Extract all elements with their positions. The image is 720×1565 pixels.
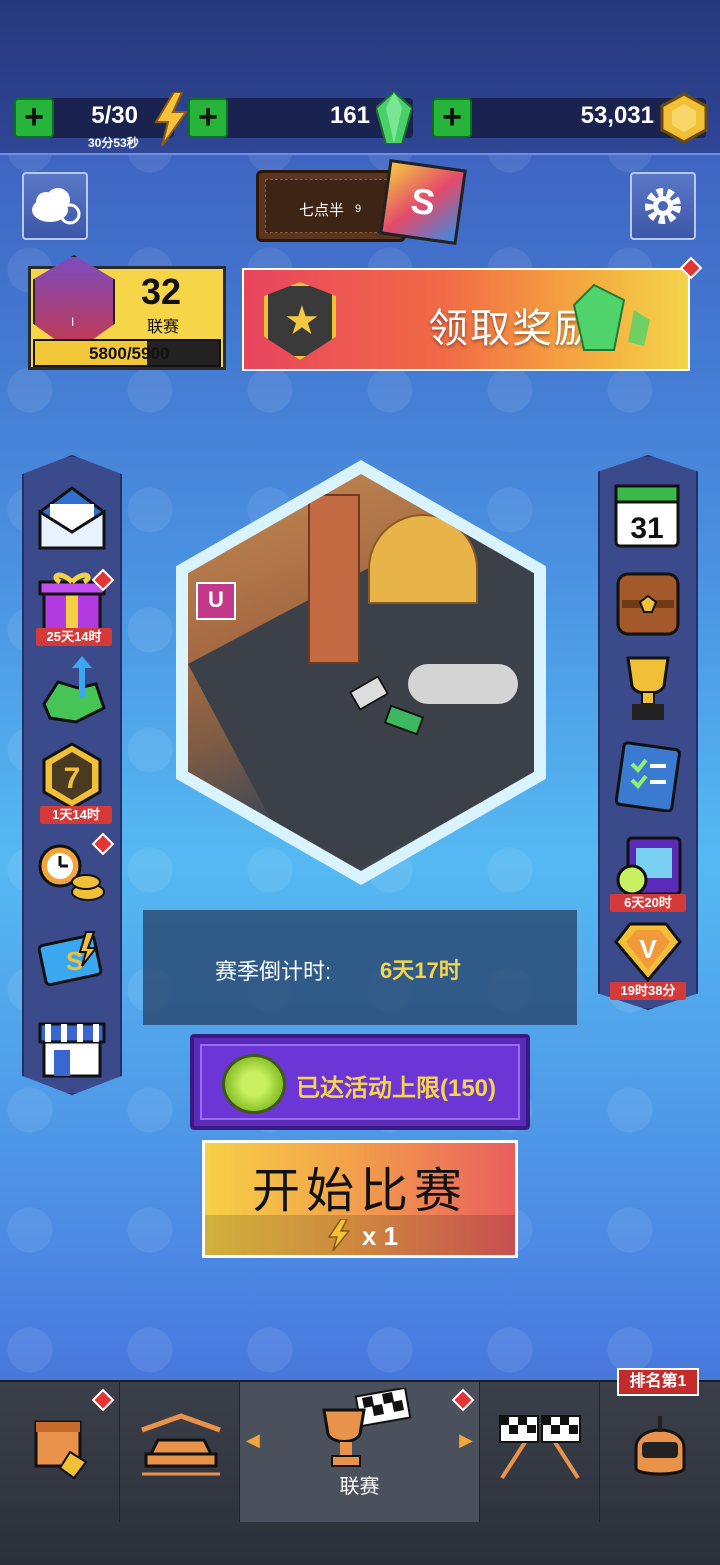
gem-growth-icon xyxy=(42,656,106,724)
vip-button[interactable]: V xyxy=(612,918,684,990)
league-progress-text: 5800/5900 xyxy=(89,344,170,363)
pass-card-icon: S xyxy=(37,931,103,987)
ms-logo-icon: S xyxy=(379,158,467,246)
cloud-sync-icon xyxy=(32,188,81,225)
start-race-button[interactable]: 开始比赛 x 1 xyxy=(202,1140,518,1258)
backpack-icon xyxy=(616,572,680,636)
tasks-button[interactable] xyxy=(612,740,684,813)
start-race-label: 开始比赛 xyxy=(251,1165,468,1218)
dust-cloud xyxy=(408,664,518,704)
energy-timer: 30分53秒 xyxy=(88,136,139,150)
shop-icon xyxy=(38,1022,106,1078)
league-rank-number: 32 xyxy=(141,271,182,312)
store-box-icon xyxy=(34,1420,88,1480)
calendar-icon: 31 xyxy=(614,484,680,548)
gift-timer-badge: 25天14时 xyxy=(36,628,112,646)
energy-value: 5/30 xyxy=(91,102,138,129)
add-energy-button[interactable]: + xyxy=(14,98,54,138)
track-preview-frame[interactable]: U xyxy=(176,460,546,885)
event-limit-text: 已达活动上限(150) xyxy=(296,1075,497,1102)
settings-button[interactable] xyxy=(630,172,696,240)
svg-text:7: 7 xyxy=(64,762,81,795)
dome-building xyxy=(368,514,478,604)
tab-right-arrow-icon: ▶ xyxy=(459,1430,473,1450)
top-resource-bar: + 5/30 30分53秒 + 161 + 53,031 xyxy=(0,0,720,155)
add-gems-button[interactable]: + xyxy=(188,98,228,138)
tab-league[interactable]: ◀ ▶ 联赛 xyxy=(240,1382,480,1522)
mail-icon xyxy=(38,486,106,550)
track-preview-image: U xyxy=(188,474,534,871)
tab-profile[interactable] xyxy=(600,1382,720,1522)
profile-level: 9 xyxy=(355,203,362,215)
trophy-button[interactable] xyxy=(612,652,684,724)
checkered-flags-icon xyxy=(499,1415,581,1480)
checklist-icon xyxy=(614,741,681,813)
add-coins-button[interactable]: + xyxy=(432,98,472,138)
garage-car-icon xyxy=(141,1413,221,1476)
tab-left-arrow-icon: ◀ xyxy=(246,1430,260,1450)
lightning-icon xyxy=(154,92,188,146)
league-progress-bar: 5800/5900 xyxy=(33,339,221,367)
tower-building xyxy=(308,494,360,664)
tab-race[interactable] xyxy=(480,1382,600,1522)
bottom-navigation: ◀ ▶ 联赛 xyxy=(0,1380,720,1565)
vip-badge-icon: V xyxy=(614,922,682,983)
coin-clock-button[interactable] xyxy=(36,840,108,912)
coins-value: 53,031 xyxy=(580,102,654,129)
track-badge: U xyxy=(196,582,236,620)
star-shield-icon: ★ xyxy=(264,282,336,360)
season-countdown-label: 赛季倒计时: xyxy=(215,959,332,984)
slot-machine-icon xyxy=(616,836,682,896)
gems-counter: + 161 xyxy=(188,92,413,144)
coins-counter: + 53,031 xyxy=(432,92,708,144)
gems-decoration-icon xyxy=(572,283,650,351)
tab-garage[interactable] xyxy=(120,1382,240,1522)
league-trophy-flag-icon xyxy=(322,1388,412,1467)
rank-position-badge: 排名第1 xyxy=(617,1368,699,1396)
coin-icon xyxy=(660,92,708,144)
shop-button[interactable] xyxy=(36,1014,108,1086)
energy-counter: + 5/30 30分53秒 xyxy=(14,92,188,150)
trophy-icon xyxy=(626,656,670,720)
claim-rewards-banner[interactable]: ★ 领取奖励 xyxy=(242,268,690,371)
gem-icon xyxy=(376,92,412,144)
seven-timer-badge: 1天14时 xyxy=(40,806,112,824)
calendar-day: 31 xyxy=(630,512,663,545)
gear-icon xyxy=(645,188,681,224)
svg-text:V: V xyxy=(639,934,657,964)
backpack-button[interactable] xyxy=(612,564,684,636)
start-race-cost: x 1 xyxy=(361,1221,399,1251)
calendar-button[interactable]: 31 xyxy=(612,478,684,550)
season-countdown-panel: 赛季倒计时: 6天17时 xyxy=(143,910,577,1025)
league-rank-card[interactable]: I 32 联赛 5800/5900 xyxy=(28,255,226,370)
league-label: 联赛 xyxy=(147,319,180,336)
cloud-sync-button[interactable] xyxy=(22,172,88,240)
ms-pass-button[interactable]: S xyxy=(36,926,108,998)
season-countdown-value: 6天17时 xyxy=(380,958,461,983)
gem-upgrade-button[interactable] xyxy=(36,654,108,726)
gems-value: 161 xyxy=(329,102,370,129)
mail-button[interactable] xyxy=(36,484,108,556)
event-coin-icon xyxy=(222,1054,286,1114)
racer-helmet-icon xyxy=(634,1416,686,1476)
pass-timer-badge: 6天20时 xyxy=(610,894,686,912)
seven-badge-icon: 7 xyxy=(42,742,102,810)
tab-league-label: 联赛 xyxy=(339,1476,380,1498)
vip-timer-badge: 19时38分 xyxy=(610,982,686,1000)
seven-day-button[interactable]: 7 xyxy=(36,740,108,812)
profile-name: 七点半 xyxy=(299,202,345,219)
event-limit-button[interactable]: 已达活动上限(150) xyxy=(190,1034,530,1130)
